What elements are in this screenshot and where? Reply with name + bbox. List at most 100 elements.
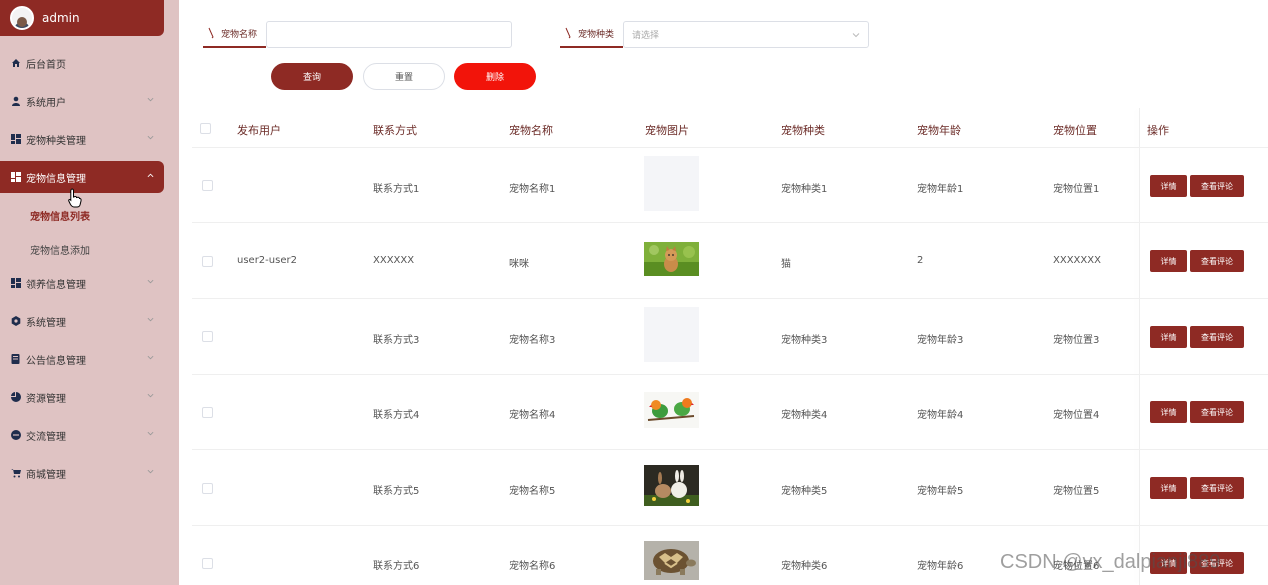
pet-image-placeholder xyxy=(644,307,699,362)
detail-button[interactable]: 详情 xyxy=(1150,326,1187,348)
reset-button[interactable]: 重置 xyxy=(363,63,445,90)
parrots-photo xyxy=(644,392,699,428)
user-bar[interactable]: admin xyxy=(0,0,164,36)
cell-contact: 联系方式6 xyxy=(373,561,420,572)
menu-item-pet-info[interactable]: 宠物信息管理 xyxy=(0,161,164,193)
header-pet-age: 宠物年龄 xyxy=(917,124,961,137)
cell-pet-name: 咪咪 xyxy=(509,259,529,270)
menu-item-label: 公告信息管理 xyxy=(26,355,86,367)
hand-cursor-icon xyxy=(68,188,82,208)
chat-icon xyxy=(11,430,21,440)
menu-item-notice[interactable]: 公告信息管理 xyxy=(0,343,164,375)
row-divider xyxy=(192,449,1268,450)
menu-item-adoption[interactable]: 领养信息管理 xyxy=(0,267,164,299)
menu-item-shop[interactable]: 商城管理 xyxy=(0,457,164,489)
submenu-pet-info-list[interactable]: 宠物信息列表 xyxy=(30,208,90,223)
chevron-down-icon xyxy=(147,135,154,140)
chevron-down-icon xyxy=(147,279,154,284)
menu-item-resources[interactable]: 资源管理 xyxy=(0,381,164,413)
row-divider xyxy=(192,374,1268,375)
detail-button[interactable]: 详情 xyxy=(1150,477,1187,499)
cell-pet-age: 2 xyxy=(917,255,924,266)
cell-pet-name: 宠物名称1 xyxy=(509,184,556,195)
submenu-pet-info-add[interactable]: 宠物信息添加 xyxy=(30,242,90,257)
menu-item-dashboard[interactable]: 后台首页 xyxy=(0,47,164,79)
menu-item-label: 交流管理 xyxy=(26,431,66,443)
row-checkbox[interactable] xyxy=(202,407,213,418)
menu-item-label: 商城管理 xyxy=(26,469,66,481)
cell-pet-age: 宠物年龄5 xyxy=(917,486,964,497)
menu-item-label: 后台首页 xyxy=(26,59,66,71)
sidebar: admin 后台首页 系统用户 宠物种类管理 宠物信息管理 宠物信息列表 宠物信… xyxy=(0,0,179,585)
row-checkbox[interactable] xyxy=(202,180,213,191)
home-icon xyxy=(11,58,21,68)
cell-pet-type: 猫 xyxy=(781,259,791,270)
view-comments-button[interactable]: 查看评论 xyxy=(1190,250,1244,272)
row-checkbox[interactable] xyxy=(202,483,213,494)
view-comments-button[interactable]: 查看评论 xyxy=(1190,401,1244,423)
chevron-down-icon xyxy=(147,469,154,474)
grid-icon xyxy=(11,134,21,144)
cell-pet-location: 宠物位置3 xyxy=(1053,335,1100,346)
cell-pet-type: 宠物种类1 xyxy=(781,184,828,195)
chevron-down-icon xyxy=(147,317,154,322)
menu-item-communication[interactable]: 交流管理 xyxy=(0,419,164,451)
actions-column-divider xyxy=(1139,108,1140,585)
cell-pet-age: 宠物年龄6 xyxy=(917,561,964,572)
row-divider xyxy=(192,298,1268,299)
grid-icon xyxy=(11,172,21,182)
chevron-down-icon xyxy=(147,355,154,360)
menu-item-label: 资源管理 xyxy=(26,393,66,405)
detail-button[interactable]: 详情 xyxy=(1150,175,1187,197)
grid-icon xyxy=(11,278,21,288)
select-all-checkbox[interactable] xyxy=(200,123,211,134)
cell-pet-location: 宠物位置5 xyxy=(1053,486,1100,497)
row-checkbox[interactable] xyxy=(202,256,213,267)
cell-pet-age: 宠物年龄1 xyxy=(917,184,964,195)
pet-name-input[interactable] xyxy=(266,21,512,48)
row-checkbox[interactable] xyxy=(202,558,213,569)
view-comments-button[interactable]: 查看评论 xyxy=(1190,477,1244,499)
view-comments-button[interactable]: 查看评论 xyxy=(1190,326,1244,348)
menu-item-label: 宠物种类管理 xyxy=(26,135,86,147)
cell-pet-type: 宠物种类6 xyxy=(781,561,828,572)
menu-item-system-users[interactable]: 系统用户 xyxy=(0,85,164,117)
pet-type-label: 宠物种类 xyxy=(560,20,623,48)
row-divider xyxy=(192,525,1268,526)
header-pet-type: 宠物种类 xyxy=(781,124,825,137)
cell-user: user2-user2 xyxy=(237,255,297,266)
delete-button[interactable]: 删除 xyxy=(454,63,536,90)
view-comments-button[interactable]: 查看评论 xyxy=(1190,175,1244,197)
pet-type-select[interactable]: 请选择 xyxy=(623,21,869,48)
chevron-down-icon xyxy=(147,97,154,102)
cell-contact: 联系方式5 xyxy=(373,486,420,497)
rabbits-photo xyxy=(644,465,699,506)
row-divider xyxy=(192,222,1268,223)
cell-pet-location: 宠物位置4 xyxy=(1053,410,1100,421)
menu-item-label: 宠物信息管理 xyxy=(26,173,86,185)
cell-contact: 联系方式3 xyxy=(373,335,420,346)
cell-pet-type: 宠物种类5 xyxy=(781,486,828,497)
detail-button[interactable]: 详情 xyxy=(1150,250,1187,272)
pie-icon xyxy=(11,392,21,402)
cell-contact: 联系方式1 xyxy=(373,184,420,195)
header-contact: 联系方式 xyxy=(373,124,417,137)
chevron-down-icon xyxy=(852,33,860,38)
cell-pet-type: 宠物种类4 xyxy=(781,410,828,421)
notice-icon xyxy=(11,354,21,364)
header-user: 发布用户 xyxy=(237,124,281,137)
user-icon xyxy=(11,96,21,106)
header-pet-name: 宠物名称 xyxy=(509,124,553,137)
menu-item-system[interactable]: 系统管理 xyxy=(0,305,164,337)
row-checkbox[interactable] xyxy=(202,331,213,342)
cell-contact: XXXXXX xyxy=(373,255,415,266)
cell-contact: 联系方式4 xyxy=(373,410,420,421)
avatar xyxy=(10,6,34,30)
watermark: CSDN @vx_dalpianji889 xyxy=(1000,551,1221,573)
cell-pet-age: 宠物年龄4 xyxy=(917,410,964,421)
query-button[interactable]: 查询 xyxy=(271,63,353,90)
cart-icon xyxy=(11,468,21,478)
menu-item-pet-type[interactable]: 宠物种类管理 xyxy=(0,123,164,155)
detail-button[interactable]: 详情 xyxy=(1150,401,1187,423)
tortoise-photo xyxy=(644,541,699,580)
